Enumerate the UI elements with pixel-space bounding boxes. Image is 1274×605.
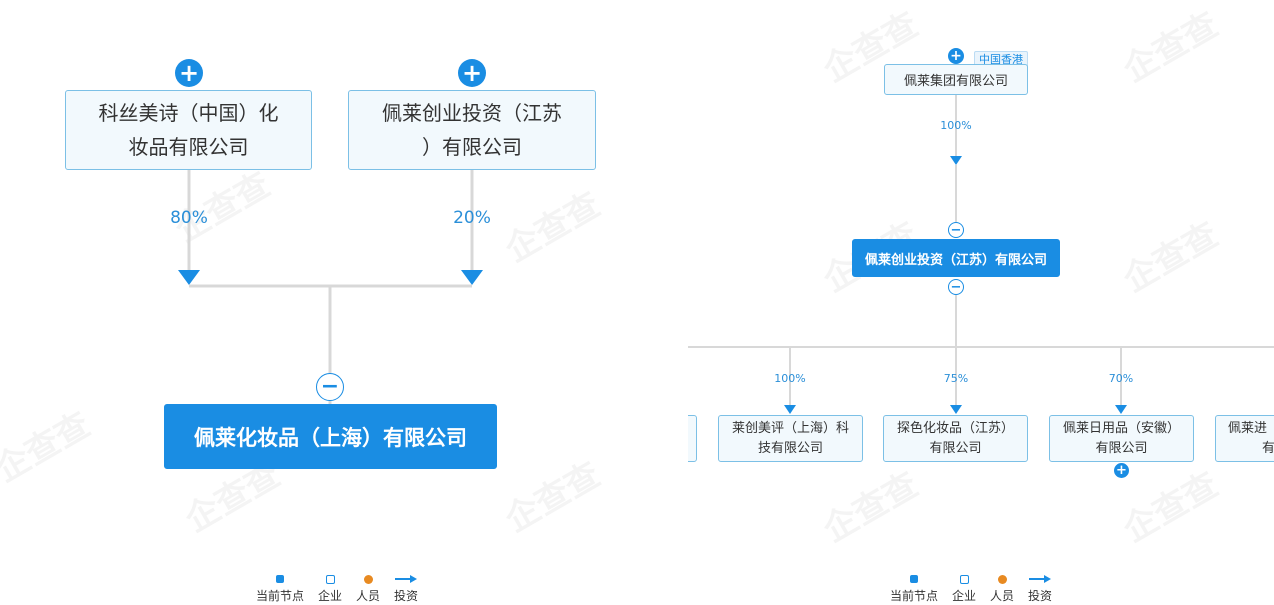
arrow-down-icon	[461, 270, 483, 285]
company-icon	[325, 574, 335, 584]
arrow-down-icon	[178, 270, 200, 285]
current-node-icon	[910, 575, 918, 583]
share-percent: 100%	[940, 119, 972, 132]
minus-icon: −	[950, 279, 962, 295]
legend-current: 当前节点	[890, 573, 938, 604]
shareholder-node[interactable]: 佩莱创业投资（江苏 ）有限公司	[348, 90, 596, 170]
share-percent: 100%	[774, 372, 806, 385]
legend: 当前节点 企业 人员 投资	[890, 573, 1052, 604]
minus-icon: −	[320, 374, 340, 399]
collapse-button[interactable]: −	[948, 279, 964, 295]
plus-icon: +	[1116, 463, 1127, 478]
arrow-down-icon	[950, 405, 962, 414]
expand-button[interactable]: +	[175, 59, 203, 87]
legend-person: 人员	[990, 573, 1014, 604]
subsidiary-node[interactable]: 莱创美评（上海）科 技有限公司	[718, 415, 863, 462]
right-equity-diagram: 企查查 企查查 企查查 企查查 企查查 企查查 + 中国香港 佩莱集团有限公司 …	[688, 0, 1274, 605]
parent-company-node[interactable]: 佩莱集团有限公司	[884, 64, 1028, 95]
legend-investment: 投资	[394, 573, 418, 604]
legend-investment: 投资	[1028, 573, 1052, 604]
person-icon	[363, 574, 373, 584]
legend: 当前节点 企业 人员 投资	[256, 573, 418, 604]
legend-company: 企业	[952, 573, 976, 604]
legend-current: 当前节点	[256, 573, 304, 604]
expand-button[interactable]: +	[1114, 463, 1129, 478]
legend-company: 企业	[318, 573, 342, 604]
share-percent: 70%	[1108, 372, 1134, 385]
share-percent: 75%	[943, 372, 969, 385]
left-equity-diagram: 企查查 企查查 企查查 企查查 企查查 + 科丝美诗（中国）化妆品有限公司 80…	[0, 0, 684, 605]
shareholder-node[interactable]: 科丝美诗（中国）化 妆品有限公司	[65, 90, 312, 170]
share-percent: 20%	[453, 208, 491, 228]
current-company-node[interactable]: 佩莱化妆品（上海）有限公司	[164, 404, 497, 469]
plus-icon: +	[178, 59, 200, 87]
subsidiary-node[interactable]	[688, 415, 697, 462]
arrow-down-icon	[784, 405, 796, 414]
subsidiary-node[interactable]: 佩莱日用品（安徽） 有限公司	[1049, 415, 1194, 462]
investment-arrow-icon	[395, 574, 418, 584]
expand-button[interactable]: +	[458, 59, 486, 87]
minus-icon: −	[950, 222, 962, 238]
expand-button[interactable]: +	[948, 48, 964, 64]
plus-icon: +	[950, 48, 962, 64]
share-percent: 80%	[170, 208, 208, 228]
arrow-down-icon	[1115, 405, 1127, 414]
current-node-icon	[276, 575, 284, 583]
legend-person: 人员	[356, 573, 380, 604]
company-icon	[959, 574, 969, 584]
collapse-button[interactable]: −	[316, 373, 344, 401]
current-company-node[interactable]: 佩莱创业投资（江苏）有限公司	[852, 239, 1060, 277]
plus-icon: +	[461, 59, 483, 87]
subsidiary-node[interactable]: 探色化妆品（江苏） 有限公司	[883, 415, 1028, 462]
person-icon	[997, 574, 1007, 584]
investment-arrow-icon	[1029, 574, 1052, 584]
collapse-button[interactable]: −	[948, 222, 964, 238]
subsidiary-node[interactable]: 佩莱进 有	[1215, 415, 1274, 462]
arrow-down-icon	[950, 156, 962, 165]
